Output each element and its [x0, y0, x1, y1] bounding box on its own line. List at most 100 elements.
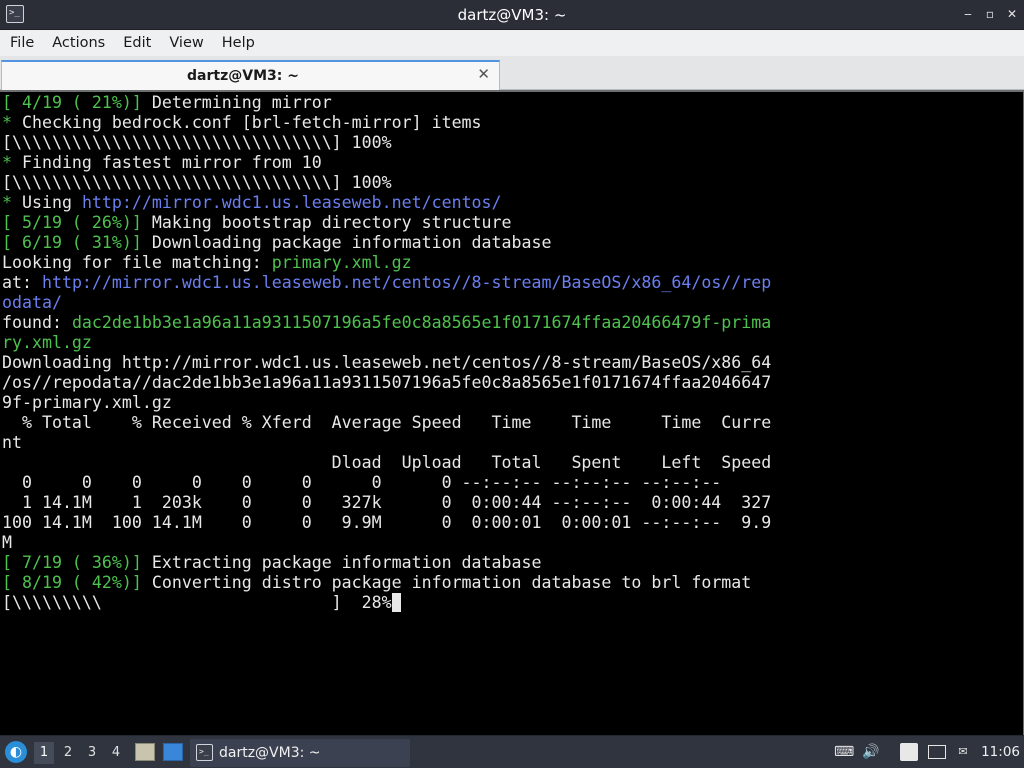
terminal-text-segment: [ 7/19 ( 36%)]: [2, 553, 152, 572]
terminal-text-segment: M: [2, 533, 12, 552]
workspace-4[interactable]: 4: [106, 742, 126, 764]
close-button[interactable]: ✕: [1002, 4, 1022, 24]
terminal-line: 1 14.1M 1 203k 0 0 327k 0 0:00:44 --:--:…: [2, 493, 771, 513]
terminal-text-segment: % Total % Received % Xferd Average Speed…: [2, 413, 772, 432]
workspace-1[interactable]: 1: [34, 742, 54, 764]
terminal-text-segment: Downloading package information database: [151, 233, 552, 252]
terminal-text-segment: Dload Upload Total Spent Left Speed: [2, 453, 772, 472]
terminal-text-segment: [ 4/19 ( 21%)]: [2, 93, 152, 112]
clipboard-icon[interactable]: [900, 743, 918, 761]
file-manager-icon[interactable]: [135, 743, 155, 761]
volume-icon[interactable]: 🔊: [862, 743, 880, 761]
terminal-text-segment: Making bootstrap directory structure: [151, 213, 512, 232]
terminal-text-segment: dac2de1bb3e1a96a11a9311507196a5fe0c8a856…: [71, 313, 772, 332]
terminal-text-segment: nt: [2, 433, 22, 452]
terminal-view[interactable]: [ 4/19 ( 21%)] Determining mirror * Check…: [0, 90, 1024, 735]
window-title: dartz@VM3: ~: [457, 5, 567, 24]
terminal-line: * Using http://mirror.wdc1.us.leaseweb.n…: [2, 193, 771, 213]
terminal-text-segment: Checking bedrock.conf [brl-fetch-mirror]…: [21, 113, 482, 132]
terminal-text-segment: at:: [2, 273, 42, 292]
task-label: dartz@VM3: ~: [219, 745, 321, 761]
terminal-line: * Finding fastest mirror from 10: [2, 153, 771, 173]
maximize-button[interactable]: ▫: [980, 4, 1000, 24]
menu-view[interactable]: View: [160, 35, 212, 51]
tab-label: dartz@VM3: ~: [187, 68, 299, 84]
minimize-button[interactable]: ‒: [958, 4, 978, 24]
clock[interactable]: 11:06: [981, 744, 1020, 760]
terminal-text-segment: Finding fastest mirror from 10: [21, 153, 322, 172]
terminal-text-segment: Downloading http://mirror.wdc1.us.leasew…: [2, 353, 772, 372]
terminal-line: Dload Upload Total Spent Left Speed: [2, 453, 772, 473]
terminal-line: at: http://mirror.wdc1.us.leaseweb.net/c…: [2, 273, 771, 293]
terminal-text-segment: *: [2, 193, 22, 212]
terminal-line: 0 0 0 0 0 0 0 0 --:--:-- --:--:-- --:--:…: [2, 473, 771, 493]
terminal-text-segment: Using: [21, 193, 82, 212]
terminal-line: [\\\\\\\\\ ] 28%: [2, 593, 771, 613]
terminal-text-segment: [ 5/19 ( 26%)]: [2, 213, 152, 232]
terminal-text-segment: ry.xml.gz: [2, 333, 92, 352]
terminal-text-segment: Determining mirror: [151, 93, 332, 112]
workspace-2[interactable]: 2: [58, 742, 78, 764]
terminal-text-segment: *: [2, 153, 22, 172]
terminal-line: [ 6/19 ( 31%)] Downloading package infor…: [2, 233, 771, 253]
terminal-text-segment: 0 0 0 0 0 0 0 0 --:--:-- --:--:-- --:--:…: [2, 473, 722, 492]
menu-bar: File Actions Edit View Help: [0, 30, 1024, 56]
show-desktop-icon[interactable]: [163, 743, 183, 761]
workspace-3[interactable]: 3: [82, 742, 102, 764]
terminal-line: found: dac2de1bb3e1a96a11a9311507196a5fe…: [2, 313, 771, 333]
terminal-task-icon: >_: [196, 744, 213, 761]
taskbar-task-terminal[interactable]: >_ dartz@VM3: ~: [190, 739, 410, 767]
terminal-line: [ 8/19 ( 42%)] Converting distro package…: [2, 573, 771, 593]
terminal-text-segment: 100 14.1M 100 14.1M 0 0 9.9M 0 0:00:01 0…: [2, 513, 772, 532]
network-icon[interactable]: [928, 745, 946, 759]
terminal-line: odata/: [2, 293, 771, 313]
terminal-text-segment: Looking for file matching:: [2, 253, 272, 272]
menu-help[interactable]: Help: [213, 35, 264, 51]
menu-actions[interactable]: Actions: [43, 35, 114, 51]
terminal-cursor: [391, 593, 401, 612]
terminal-app-icon[interactable]: >_: [6, 5, 24, 23]
terminal-line: 9f-primary.xml.gz: [2, 393, 771, 413]
keyboard-icon[interactable]: ⌨: [834, 743, 854, 761]
terminal-text-segment: Extracting package information database: [151, 553, 542, 572]
terminal-text-segment: [ 6/19 ( 31%)]: [2, 233, 152, 252]
terminal-text-segment: [\\\\\\\\\\\\\\\\\\\\\\\\\\\\\\\\] 100%: [2, 173, 392, 192]
terminal-line: * Checking bedrock.conf [brl-fetch-mirro…: [2, 113, 771, 133]
start-menu-icon[interactable]: ◐: [5, 741, 27, 763]
terminal-line: ry.xml.gz: [2, 333, 771, 353]
terminal-text-segment: 1 14.1M 1 203k 0 0 327k 0 0:00:44 --:--:…: [2, 493, 772, 512]
terminal-text-segment: /os//repodata//dac2de1bb3e1a96a11a931150…: [2, 373, 772, 392]
terminal-line: [ 4/19 ( 21%)] Determining mirror: [2, 93, 771, 113]
window-titlebar[interactable]: >_ dartz@VM3: ~ ‒ ▫ ✕: [0, 0, 1024, 30]
terminal-text-segment: [ 8/19 ( 42%)]: [2, 573, 152, 592]
terminal-line: Downloading http://mirror.wdc1.us.leasew…: [2, 353, 771, 373]
notification-icon[interactable]: ✉: [954, 743, 972, 761]
menu-file[interactable]: File: [0, 35, 43, 51]
terminal-text-segment: 9f-primary.xml.gz: [2, 393, 172, 412]
taskbar: ◐ 1 2 3 4 >_ dartz@VM3: ~ ⌨ 🔊 ✉ 11:06: [0, 735, 1024, 768]
terminal-line: M: [2, 533, 771, 553]
terminal-line: 100 14.1M 100 14.1M 0 0 9.9M 0 0:00:01 0…: [2, 513, 771, 533]
terminal-text-segment: found:: [2, 313, 72, 332]
terminal-text-segment: odata/: [2, 293, 62, 312]
terminal-text-segment: [\\\\\\\\\ ] 28%: [2, 593, 392, 612]
terminal-line: nt: [2, 433, 771, 453]
terminal-line: Looking for file matching: primary.xml.g…: [2, 253, 771, 273]
terminal-line: [\\\\\\\\\\\\\\\\\\\\\\\\\\\\\\\\] 100%: [2, 173, 771, 193]
menu-edit[interactable]: Edit: [114, 35, 160, 51]
terminal-text-segment: Converting distro package information da…: [151, 573, 752, 592]
terminal-line: [ 7/19 ( 36%)] Extracting package inform…: [2, 553, 771, 573]
terminal-line: [\\\\\\\\\\\\\\\\\\\\\\\\\\\\\\\\] 100%: [2, 133, 771, 153]
terminal-text-segment: http://mirror.wdc1.us.leaseweb.net/cento…: [41, 273, 772, 292]
terminal-text-segment: *: [2, 113, 22, 132]
terminal-tab[interactable]: dartz@VM3: ~ ✕: [1, 60, 500, 90]
tab-strip: dartz@VM3: ~ ✕: [0, 56, 1024, 90]
tab-close-icon[interactable]: ✕: [477, 65, 490, 83]
terminal-text-segment: [\\\\\\\\\\\\\\\\\\\\\\\\\\\\\\\\] 100%: [2, 133, 392, 152]
terminal-text-segment: primary.xml.gz: [271, 253, 412, 272]
terminal-line: [ 5/19 ( 26%)] Making bootstrap director…: [2, 213, 771, 233]
terminal-line: % Total % Received % Xferd Average Speed…: [2, 413, 771, 433]
terminal-line: /os//repodata//dac2de1bb3e1a96a11a931150…: [2, 373, 771, 393]
terminal-output: [ 4/19 ( 21%)] Determining mirror * Check…: [2, 93, 771, 613]
terminal-text-segment: http://mirror.wdc1.us.leaseweb.net/cento…: [81, 193, 502, 212]
